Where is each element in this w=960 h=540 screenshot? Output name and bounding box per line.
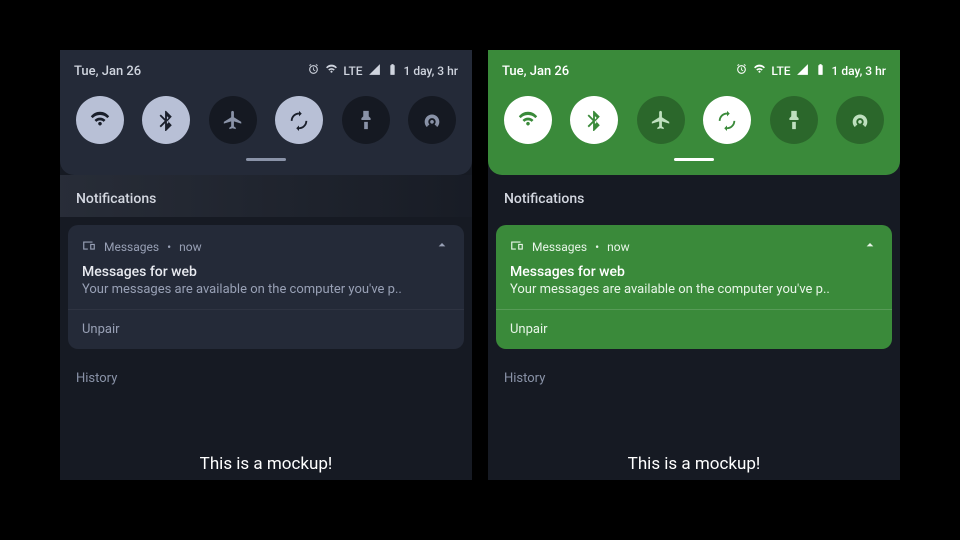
qs-tile-autorotate[interactable]	[275, 96, 323, 144]
notification-shade-dark: Tue, Jan 26 LTE 1 day, 3 hr	[60, 50, 472, 480]
notification-body: Messages for web Your messages are avail…	[496, 262, 892, 309]
network-label: LTE	[343, 64, 362, 78]
drag-handle[interactable]	[674, 158, 714, 161]
alarm-icon	[735, 63, 748, 80]
notification-app: Messages	[532, 240, 587, 254]
status-date: Tue, Jan 26	[74, 64, 141, 79]
wifi-status-icon	[325, 63, 338, 80]
network-label: LTE	[771, 64, 790, 78]
qs-tile-hotspot[interactable]	[836, 96, 884, 144]
qs-tile-hotspot[interactable]	[408, 96, 456, 144]
qs-tile-bluetooth[interactable]	[570, 96, 618, 144]
mockup-label: This is a mockup!	[488, 454, 900, 474]
battery-icon	[386, 63, 399, 80]
status-bar: Tue, Jan 26 LTE 1 day, 3 hr	[502, 60, 886, 82]
notification-time: now	[607, 240, 630, 254]
qs-tile-airplane[interactable]	[637, 96, 685, 144]
signal-icon	[368, 63, 381, 80]
notification-body: Messages for web Your messages are avail…	[68, 262, 464, 309]
footer-row: History	[488, 349, 900, 386]
devices-icon	[510, 238, 524, 255]
status-date: Tue, Jan 26	[502, 64, 569, 79]
qs-tile-autorotate[interactable]	[703, 96, 751, 144]
qs-tile-bluetooth[interactable]	[142, 96, 190, 144]
alarm-icon	[307, 63, 320, 80]
battery-text: 1 day, 3 hr	[832, 64, 886, 78]
notification-header: Messages • now	[496, 225, 892, 262]
qs-tile-flashlight[interactable]	[770, 96, 818, 144]
qs-tile-wifi[interactable]	[504, 96, 552, 144]
notification-text: Your messages are available on the compu…	[82, 282, 450, 297]
drag-handle[interactable]	[246, 158, 286, 161]
notification-card[interactable]: Messages • now Messages for web Your mes…	[68, 225, 464, 349]
notification-action-unpair[interactable]: Unpair	[68, 309, 464, 349]
notification-card[interactable]: Messages • now Messages for web Your mes…	[496, 225, 892, 349]
quick-settings-panel: Tue, Jan 26 LTE 1 day, 3 hr	[60, 50, 472, 175]
collapse-chevron-icon[interactable]	[434, 237, 450, 256]
notification-shade-green: Tue, Jan 26 LTE 1 day, 3 hr	[488, 50, 900, 480]
battery-icon	[814, 63, 827, 80]
mockup-label: This is a mockup!	[60, 454, 472, 474]
notification-app: Messages	[104, 240, 159, 254]
status-icons: LTE 1 day, 3 hr	[307, 63, 458, 80]
notifications-section-header: Notifications	[60, 175, 472, 217]
collapse-chevron-icon[interactable]	[862, 237, 878, 256]
status-bar: Tue, Jan 26 LTE 1 day, 3 hr	[74, 60, 458, 82]
qs-tile-airplane[interactable]	[209, 96, 257, 144]
notification-time: now	[179, 240, 202, 254]
devices-icon	[82, 238, 96, 255]
history-button[interactable]: History	[76, 371, 117, 386]
status-icons: LTE 1 day, 3 hr	[735, 63, 886, 80]
battery-text: 1 day, 3 hr	[404, 64, 458, 78]
history-button[interactable]: History	[504, 371, 545, 386]
notifications-section-header: Notifications	[488, 175, 900, 217]
notification-sep: •	[595, 240, 599, 254]
qs-tile-flashlight[interactable]	[342, 96, 390, 144]
quick-settings-tiles	[502, 96, 886, 144]
notification-sep: •	[167, 240, 171, 254]
notification-text: Your messages are available on the compu…	[510, 282, 878, 297]
notification-title: Messages for web	[82, 264, 450, 280]
notification-title: Messages for web	[510, 264, 878, 280]
quick-settings-panel: Tue, Jan 26 LTE 1 day, 3 hr	[488, 50, 900, 175]
qs-tile-wifi[interactable]	[76, 96, 124, 144]
quick-settings-tiles	[74, 96, 458, 144]
wifi-status-icon	[753, 63, 766, 80]
notification-header: Messages • now	[68, 225, 464, 262]
notification-action-unpair[interactable]: Unpair	[496, 309, 892, 349]
signal-icon	[796, 63, 809, 80]
footer-row: History	[60, 349, 472, 386]
